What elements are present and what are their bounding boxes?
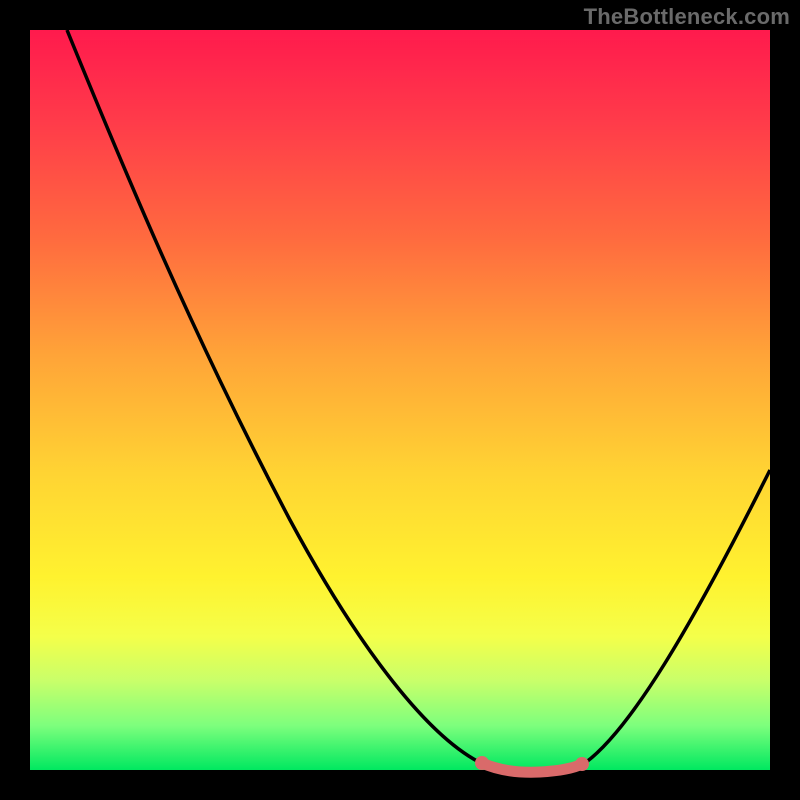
curve-layer: [30, 30, 770, 770]
bottleneck-curve: [67, 30, 770, 772]
optimal-zone-end-dot: [575, 757, 589, 771]
optimal-zone-highlight: [482, 763, 582, 772]
watermark-text: TheBottleneck.com: [584, 4, 790, 30]
optimal-zone-start-dot: [475, 756, 489, 770]
chart-frame: TheBottleneck.com: [0, 0, 800, 800]
